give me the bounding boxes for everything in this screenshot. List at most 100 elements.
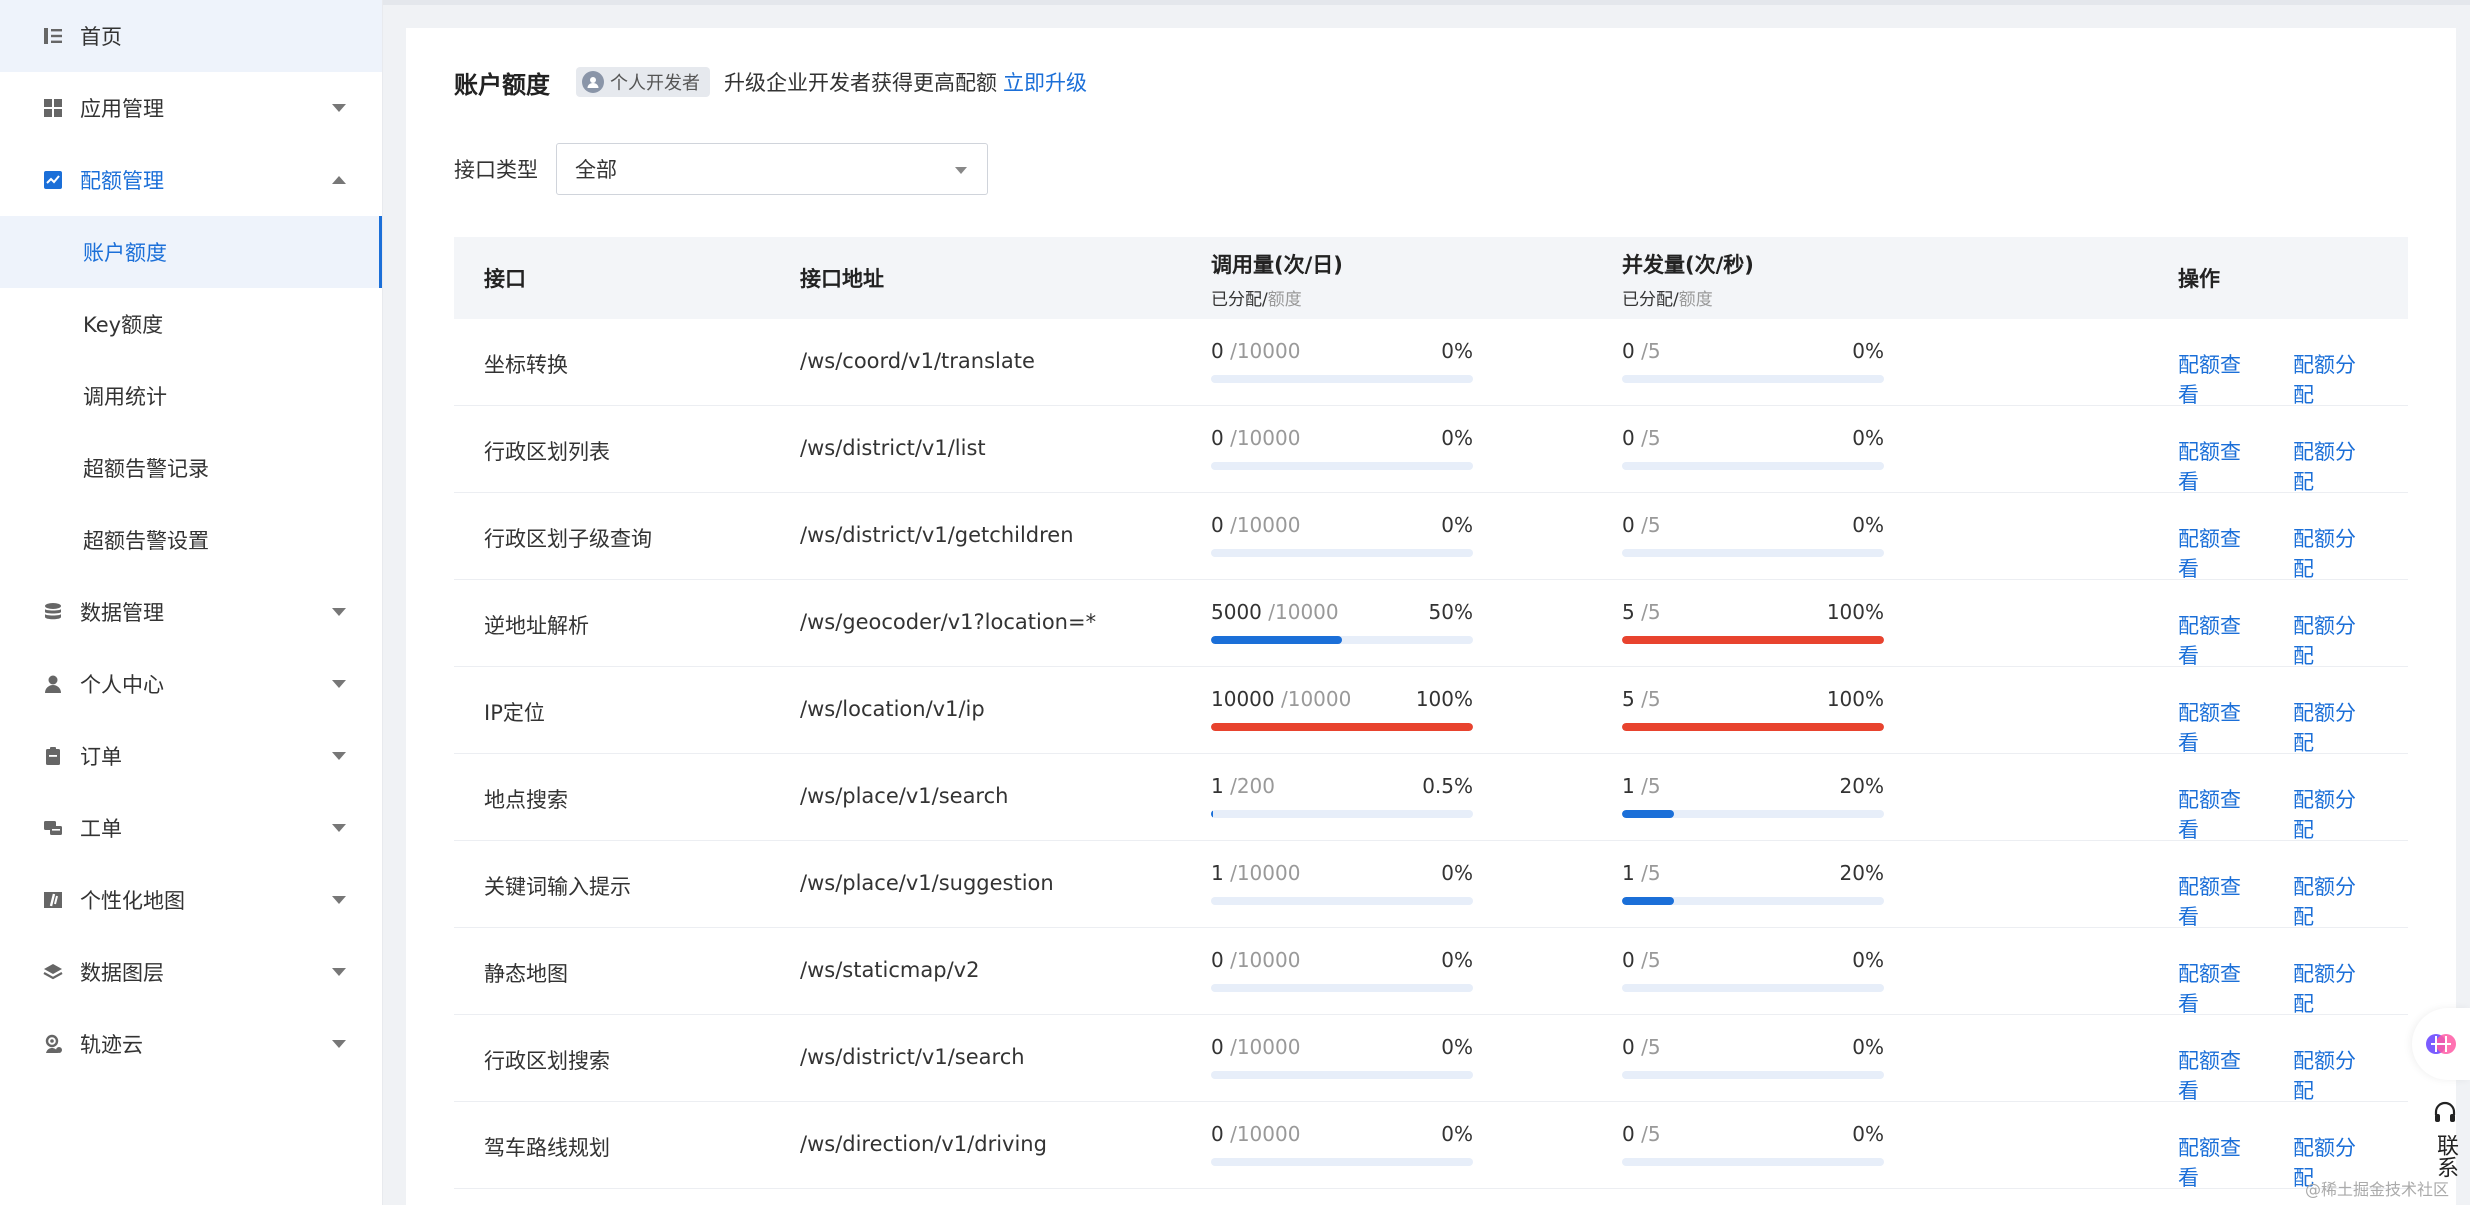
call-used: 0 [1211,339,1224,363]
call-usage: 0 /10000 0% [1211,948,1473,992]
sidebar-item-3[interactable]: 账户额度 [0,216,382,288]
quota-view-link[interactable]: 配额查看 [2178,349,2255,409]
conc-percent: 20% [1839,774,1884,798]
call-usage-count: 5000 /10000 [1211,600,1339,624]
sidebar-item-label: 超额告警设置 [83,529,209,553]
quota-view-link[interactable]: 配额查看 [2178,523,2255,583]
sidebar-item-6[interactable]: 超额告警记录 [0,432,382,504]
database-icon [42,601,64,623]
sidebar-item-label: 应用管理 [80,97,164,121]
sidebar-item-2[interactable]: 配额管理 [0,144,382,216]
call-total: /10000 [1230,513,1301,537]
sidebar-item-9[interactable]: 个人中心 [0,648,382,720]
conc-total: /5 [1641,861,1661,885]
conc-usage: 0 /5 0% [1622,513,1884,557]
sidebar-item-14[interactable]: 轨迹云 [0,1008,382,1080]
quota-assign-link[interactable]: 配额分配 [2293,697,2370,757]
quota-view-link[interactable]: 配额查看 [2178,1045,2255,1105]
conc-total: /5 [1641,513,1661,537]
call-usage-numbers: 0 /10000 0% [1211,513,1473,537]
call-usage: 10000 /10000 100% [1211,687,1473,731]
developer-badge: 个人开发者 [576,67,710,97]
quota-assign-link[interactable]: 配额分配 [2293,871,2370,931]
conc-usage: 0 /5 0% [1622,948,1884,992]
sidebar-item-label: 数据管理 [80,601,164,625]
caret-down-icon [955,167,967,174]
table-row: 静态地图 /ws/staticmap/v2 0 /10000 0% 0 /5 0… [454,928,2408,1018]
header-conc-title: 并发量(次/秒) [1622,253,1754,277]
conc-percent: 100% [1826,687,1884,711]
table-row: 关键词输入提示 /ws/place/v1/suggestion 1 /10000… [454,841,2408,931]
call-usage: 5000 /10000 50% [1211,600,1473,644]
conc-usage-count: 0 /5 [1622,948,1661,972]
api-path: /ws/district/v1/search [800,1045,1025,1069]
quota-view-link[interactable]: 配额查看 [2178,1132,2255,1192]
table-header: 接口 接口地址 调用量(次/日) 已分配/额度 并发量(次/秒) 已分配/额度 … [454,237,2408,319]
conc-progress-bar [1622,636,1884,644]
conc-progress-bar [1622,723,1884,731]
conc-usage-numbers: 1 /5 20% [1622,861,1884,885]
quota-assign-link[interactable]: 配额分配 [2293,436,2370,496]
sidebar-item-11[interactable]: 工单 [0,792,382,864]
sidebar-item-12[interactable]: 个性化地图 [0,864,382,936]
conc-usage-numbers: 0 /5 0% [1622,948,1884,972]
quota-assign-link[interactable]: 配额分配 [2293,523,2370,583]
api-name: IP定位 [484,701,545,725]
api-name: 驾车路线规划 [484,1136,610,1160]
api-type-label: 接口类型 [454,158,538,182]
chevron-down-icon [332,896,346,904]
map-style-icon [42,889,64,911]
quota-view-link[interactable]: 配额查看 [2178,958,2255,1018]
call-usage-count: 0 /10000 [1211,513,1300,537]
conc-usage-numbers: 0 /5 0% [1622,426,1884,450]
call-usage: 1 /200 0.5% [1211,774,1473,818]
api-name: 地点搜索 [484,788,568,812]
conc-used: 1 [1622,861,1635,885]
quota-view-link[interactable]: 配额查看 [2178,784,2255,844]
conc-progress-fill [1622,810,1675,818]
quota-assign-link[interactable]: 配额分配 [2293,1045,2370,1105]
conc-total: /5 [1641,339,1661,363]
user-icon [42,673,64,695]
call-percent: 50% [1428,600,1473,624]
api-path: /ws/place/v1/search [800,784,1009,808]
call-percent: 100% [1415,687,1473,711]
sidebar-item-8[interactable]: 数据管理 [0,576,382,648]
conc-progress-bar [1622,462,1884,470]
sidebar-item-13[interactable]: 数据图层 [0,936,382,1008]
api-name: 静态地图 [484,962,568,986]
table-row: 地点搜索 /ws/place/v1/search 1 /200 0.5% 1 /… [454,754,2408,844]
api-type-select[interactable]: 全部 [556,143,988,195]
api-name: 行政区划列表 [484,440,610,464]
sidebar-item-5[interactable]: 调用统计 [0,360,382,432]
sidebar-item-0[interactable]: 首页 [0,0,382,72]
quota-assign-link[interactable]: 配额分配 [2293,784,2370,844]
upgrade-link[interactable]: 立即升级 [1003,67,1087,97]
chat-icon [42,817,64,839]
quota-view-link[interactable]: 配额查看 [2178,697,2255,757]
location-user-icon [42,1033,64,1055]
quota-view-link[interactable]: 配额查看 [2178,871,2255,931]
table-row: 驾车路线规划 /ws/direction/v1/driving 0 /10000… [454,1102,2408,1192]
quota-assign-link[interactable]: 配额分配 [2293,958,2370,1018]
row-actions: 配额查看 配额分配 [2178,1045,2408,1105]
quota-assign-link[interactable]: 配额分配 [2293,349,2370,409]
row-actions: 配额查看 配额分配 [2178,697,2408,757]
sidebar-item-label: 轨迹云 [80,1033,143,1057]
quota-view-link[interactable]: 配额查看 [2178,436,2255,496]
quota-view-link[interactable]: 配额查看 [2178,610,2255,670]
call-usage-numbers: 0 /10000 0% [1211,339,1473,363]
sidebar-item-label: 订单 [80,745,122,769]
sidebar-item-1[interactable]: 应用管理 [0,72,382,144]
conc-usage: 1 /5 20% [1622,861,1884,905]
quota-assign-link[interactable]: 配额分配 [2293,610,2370,670]
sidebar-item-7[interactable]: 超额告警设置 [0,504,382,576]
conc-progress-fill [1622,723,1884,731]
sidebar-item-4[interactable]: Key额度 [0,288,382,360]
sidebar-item-10[interactable]: 订单 [0,720,382,792]
call-used: 1 [1211,861,1224,885]
call-usage: 0 /10000 0% [1211,339,1473,383]
conc-total: /5 [1641,1122,1661,1146]
conc-used: 0 [1622,948,1635,972]
sidebar-item-label: 数据图层 [80,961,164,985]
